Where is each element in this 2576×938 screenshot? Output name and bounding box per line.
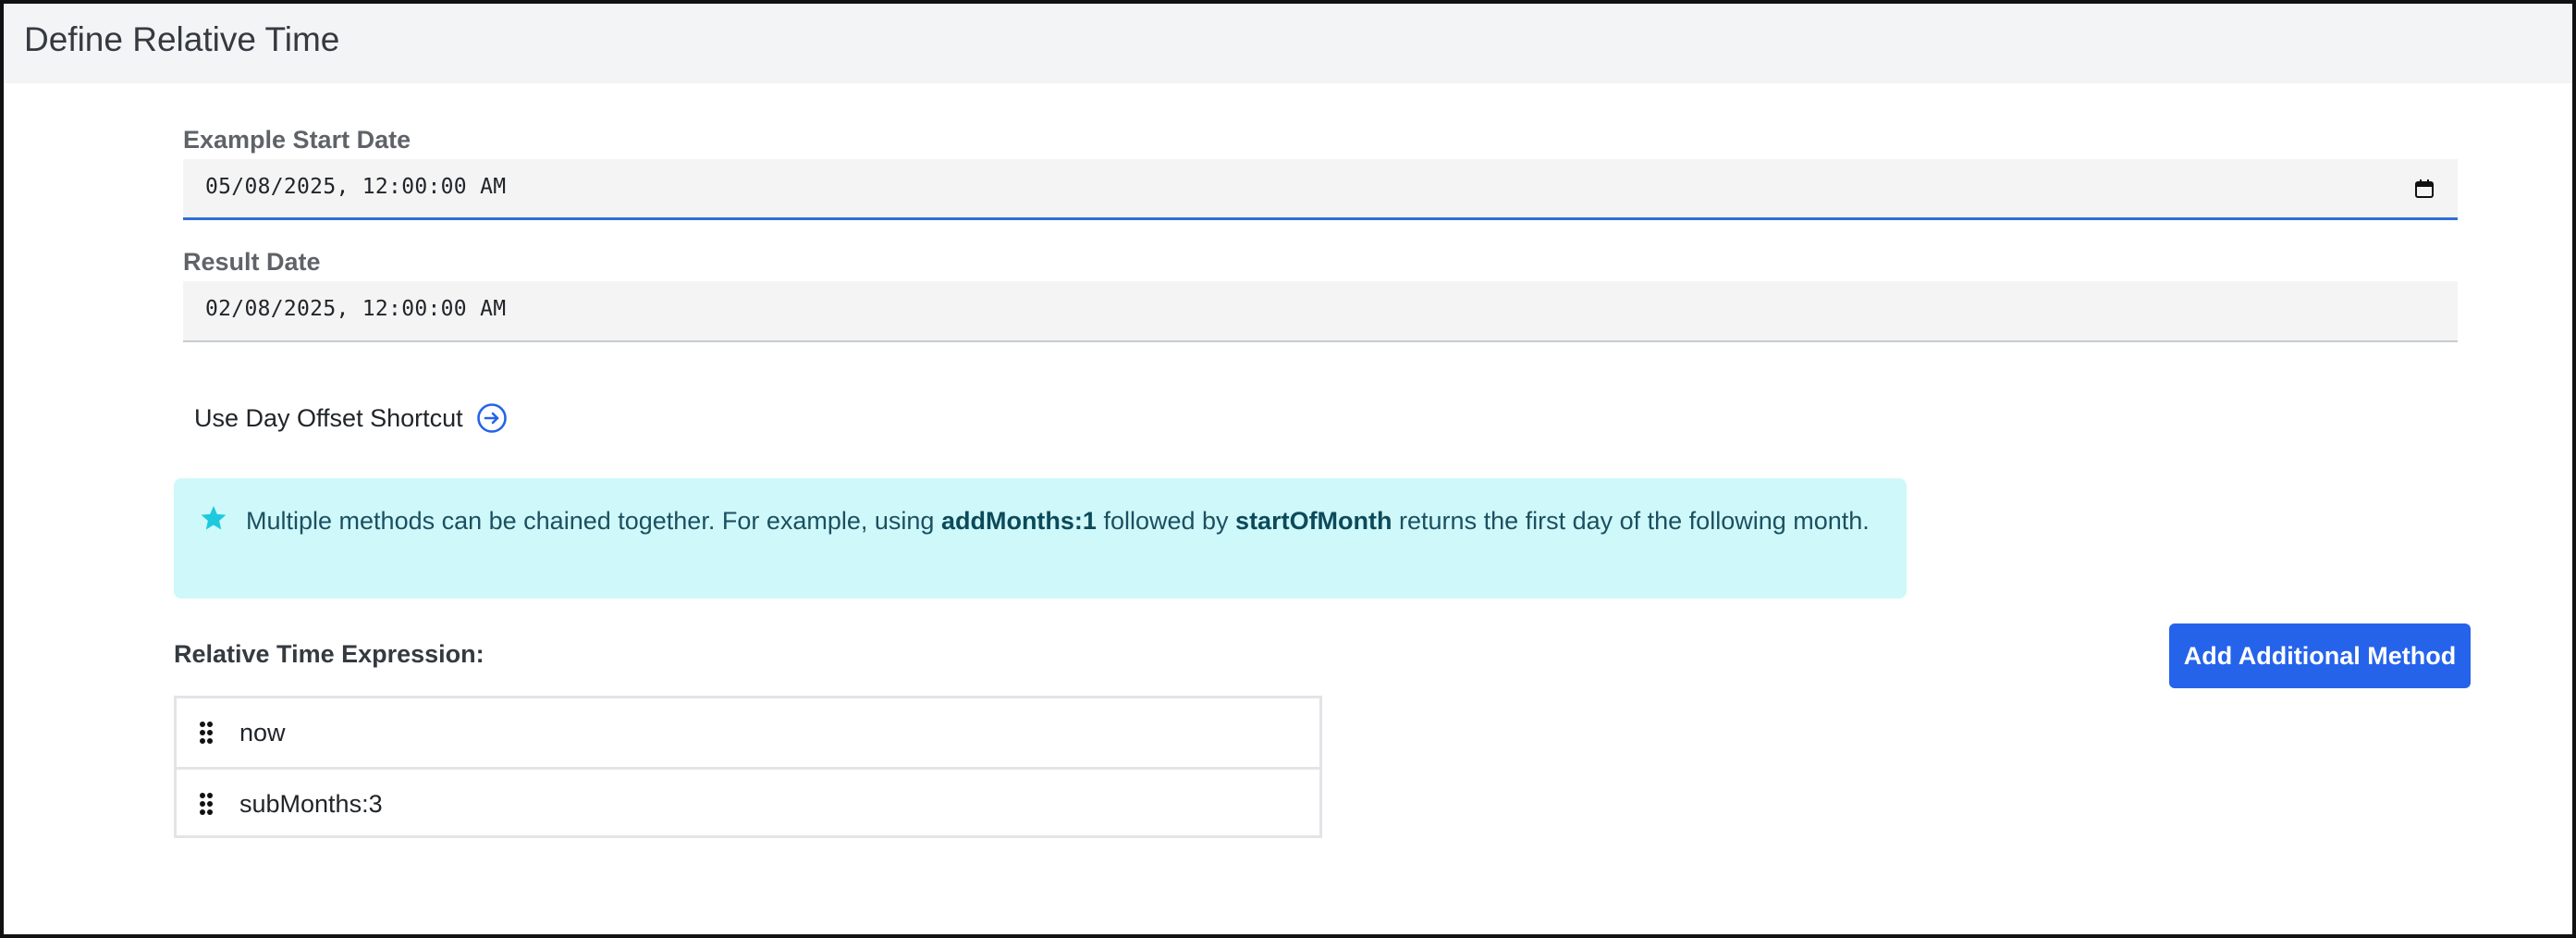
info-text: Multiple methods can be chained together… (246, 502, 1873, 539)
star-icon (201, 505, 227, 530)
start-date-label: Example Start Date (183, 126, 411, 154)
result-date-field: 02/08/2025, 12:00:00 AM (183, 281, 2458, 342)
start-date-input[interactable]: 05/08/2025, 12:00:00 AM (183, 159, 2458, 220)
add-method-button[interactable]: Add Additional Method (2169, 623, 2471, 688)
start-date-value: 05/08/2025, 12:00:00 AM (205, 175, 507, 199)
expression-item[interactable]: subMonths:3 (177, 767, 1319, 835)
arrow-right-circle-icon[interactable] (476, 402, 508, 434)
info-method-example: addMonths:1 (940, 507, 1097, 535)
expression-item-label: now (239, 719, 286, 747)
info-text-part: Multiple methods can be chained together… (246, 507, 941, 535)
info-text-part: returns the first day of the following m… (1392, 507, 1870, 535)
calendar-icon[interactable] (2413, 178, 2435, 200)
day-offset-shortcut-link[interactable]: Use Day Offset Shortcut (194, 400, 508, 437)
page-title: Define Relative Time (24, 20, 340, 58)
result-date-value: 02/08/2025, 12:00:00 AM (205, 297, 507, 321)
dialog-window: Define Relative Time Example Start Date … (0, 0, 2576, 938)
drag-handle-icon[interactable] (199, 792, 214, 816)
result-date-label: Result Date (183, 248, 321, 276)
expression-list: now subMonths:3 (174, 696, 1322, 838)
info-callout: Multiple methods can be chained together… (174, 478, 1907, 599)
expression-item-label: subMonths:3 (239, 790, 383, 818)
info-method-example: startOfMonth (1235, 507, 1392, 535)
shortcut-label: Use Day Offset Shortcut (194, 403, 463, 432)
drag-handle-icon[interactable] (199, 721, 214, 745)
expression-label: Relative Time Expression: (174, 640, 485, 668)
expression-item[interactable]: now (177, 698, 1319, 767)
dialog-header: Define Relative Time (4, 4, 2572, 83)
info-text-part: followed by (1096, 507, 1236, 535)
